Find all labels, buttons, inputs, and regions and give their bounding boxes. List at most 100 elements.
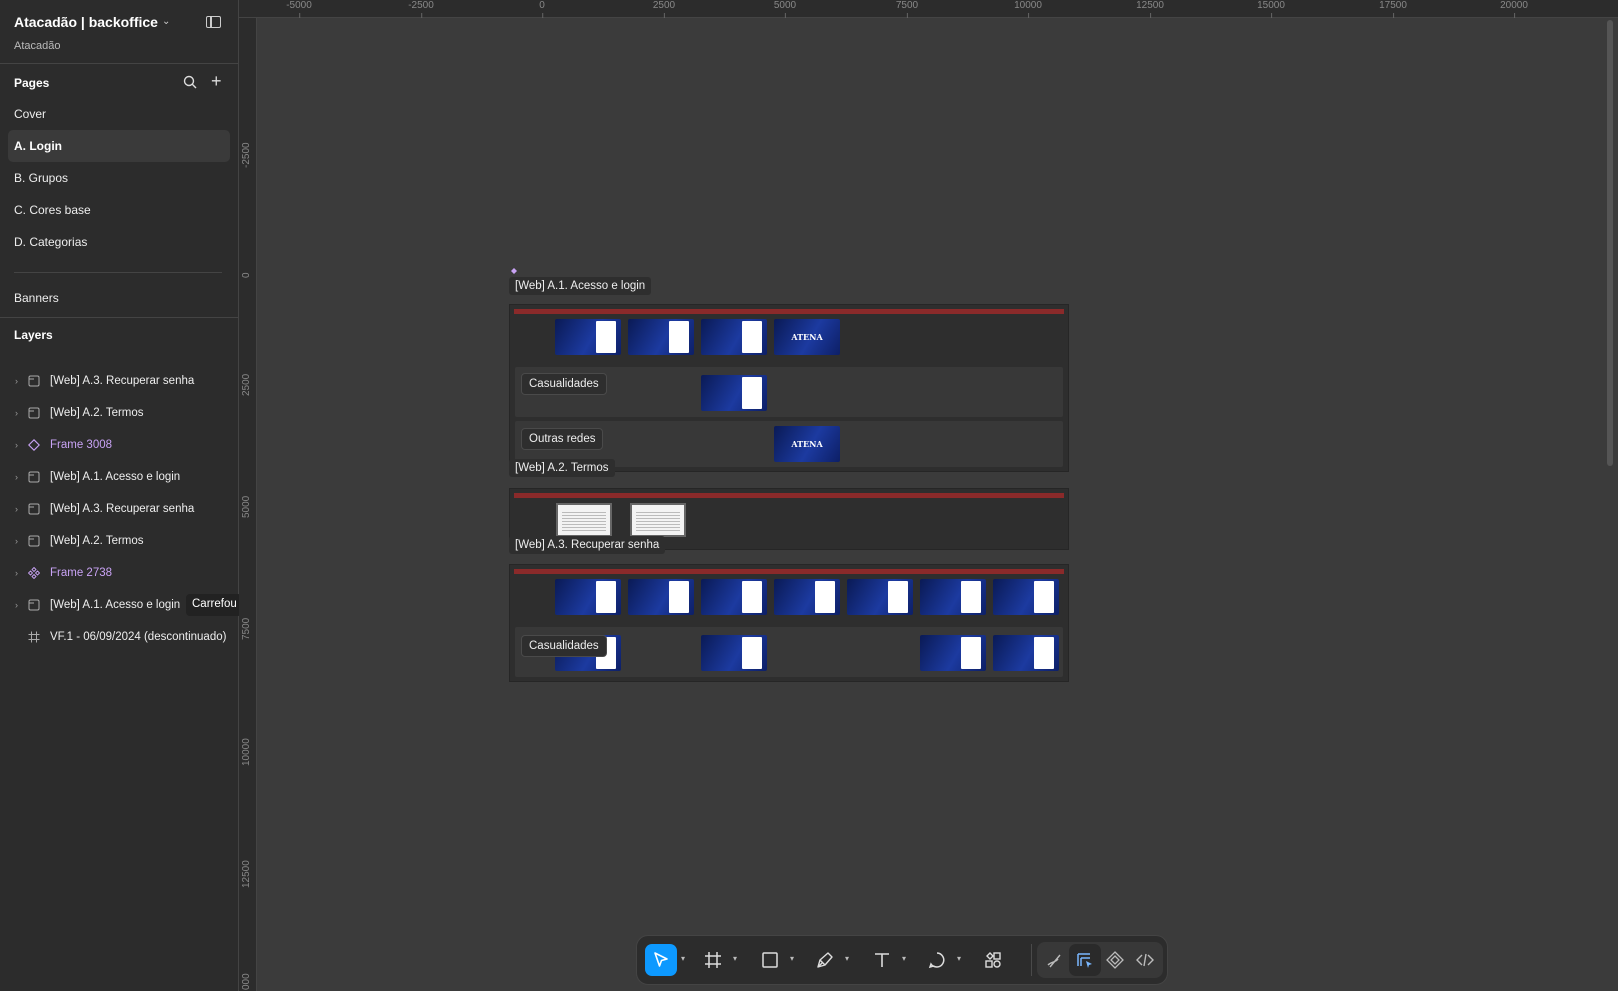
- draw-icon: [1047, 954, 1061, 968]
- section-icon: [28, 375, 40, 387]
- page-label: A. Login: [14, 139, 62, 153]
- chevron-down-icon[interactable]: ▾: [681, 954, 685, 963]
- document-thumbnail[interactable]: [630, 503, 686, 537]
- layer-row[interactable]: › [Web] A.2. Termos: [0, 398, 238, 430]
- chevron-right-icon[interactable]: ›: [15, 376, 18, 386]
- page-item-grupos[interactable]: B. Grupos: [8, 162, 230, 194]
- text-icon: [875, 953, 889, 967]
- page-item-cover[interactable]: Cover: [8, 98, 230, 130]
- chevron-right-icon[interactable]: ›: [15, 568, 18, 578]
- screen-thumbnail[interactable]: ATENA: [774, 319, 840, 355]
- subsection-label[interactable]: Casualidades: [521, 635, 607, 657]
- chevron-right-icon[interactable]: ›: [15, 408, 18, 418]
- page-item-login[interactable]: A. Login: [8, 130, 230, 162]
- layers-title: Layers: [14, 328, 53, 342]
- chevron-right-icon[interactable]: ›: [15, 536, 18, 546]
- layer-label: [Web] A.2. Termos: [50, 407, 144, 419]
- chevron-down-icon[interactable]: ▾: [902, 954, 906, 963]
- screen-thumbnail[interactable]: ATENA: [774, 426, 840, 462]
- add-page-icon[interactable]: +: [211, 72, 222, 90]
- screen-thumbnail[interactable]: [701, 579, 767, 615]
- search-icon[interactable]: [183, 75, 197, 89]
- screen-thumbnail[interactable]: [701, 319, 767, 355]
- layer-row[interactable]: VF.1 - 06/09/2024 (descontinuado): [0, 622, 238, 654]
- page-item-cores-base[interactable]: C. Cores base: [8, 194, 230, 226]
- ruler-tick: 5000: [773, 0, 797, 18]
- layer-row[interactable]: › Frame 2738: [0, 558, 238, 590]
- rectangle-icon: [762, 952, 778, 968]
- pen-tool-button[interactable]: [809, 944, 841, 976]
- chevron-right-icon[interactable]: ›: [15, 504, 18, 514]
- section-label[interactable]: [Web] A.3. Recuperar senha: [509, 536, 666, 554]
- subsection-label[interactable]: Casualidades: [521, 373, 607, 395]
- comment-tool-button[interactable]: [921, 944, 953, 976]
- page-item-categorias[interactable]: D. Categorias: [8, 226, 230, 258]
- component-set-icon: [28, 567, 40, 579]
- ruler-tick: 12500: [241, 860, 252, 888]
- pages-divider: [14, 272, 222, 273]
- actions-icon: [985, 952, 1001, 968]
- layer-row[interactable]: › [Web] A.3. Recuperar senha: [0, 494, 238, 526]
- page-item-banners[interactable]: Banners: [0, 287, 238, 309]
- mode-switcher: [1037, 942, 1163, 978]
- page-label: C. Cores base: [14, 203, 91, 217]
- chevron-down-icon[interactable]: ▾: [790, 954, 794, 963]
- sidebar-toggle-icon[interactable]: [206, 16, 221, 28]
- frame-tool-button[interactable]: [697, 944, 729, 976]
- section-icon: [28, 535, 40, 547]
- chevron-down-icon[interactable]: ▾: [957, 954, 961, 963]
- project-name[interactable]: Atacadão: [14, 40, 60, 52]
- file-title[interactable]: Atacadão | backoffice: [14, 14, 158, 30]
- screen-thumbnail[interactable]: [774, 579, 840, 615]
- draw-mode-button[interactable]: [1039, 944, 1071, 976]
- screen-thumbnail[interactable]: [701, 635, 767, 671]
- prototype-mode-button[interactable]: [1099, 944, 1131, 976]
- section-recuperar-senha[interactable]: Casualidades: [509, 564, 1069, 682]
- screen-thumbnail[interactable]: [920, 635, 986, 671]
- screen-thumbnail[interactable]: [628, 319, 694, 355]
- chevron-right-icon[interactable]: ›: [15, 440, 18, 450]
- subsection-label[interactable]: Outras redes: [521, 428, 604, 450]
- layer-tooltip: Carrefou: [186, 594, 242, 616]
- canvas-scrollbar[interactable]: [1607, 20, 1613, 466]
- layer-row[interactable]: › [Web] A.1. Acesso e login Carrefou: [0, 590, 242, 622]
- screen-thumbnail[interactable]: [847, 579, 913, 615]
- chevron-right-icon[interactable]: ›: [15, 600, 18, 610]
- section-icon: [28, 599, 40, 611]
- chevron-down-icon[interactable]: ▾: [733, 954, 737, 963]
- layer-row[interactable]: › [Web] A.2. Termos: [0, 526, 238, 558]
- screen-thumbnail[interactable]: [555, 579, 621, 615]
- chevron-right-icon[interactable]: ›: [15, 472, 18, 482]
- design-mode-button[interactable]: [1069, 944, 1101, 976]
- section-icon: [28, 471, 40, 483]
- section-label[interactable]: [Web] A.2. Termos: [509, 459, 615, 477]
- prototype-icon: [1106, 951, 1124, 969]
- chevron-down-icon[interactable]: ⌄: [162, 16, 170, 27]
- dev-mode-button[interactable]: [1129, 944, 1161, 976]
- design-icon: [1077, 953, 1092, 968]
- subsection-row[interactable]: Casualidades: [515, 367, 1063, 417]
- rectangle-tool-button[interactable]: [754, 944, 786, 976]
- move-tool-button[interactable]: [645, 944, 677, 976]
- screen-thumbnail[interactable]: [920, 579, 986, 615]
- screen-thumbnail[interactable]: [555, 319, 621, 355]
- ruler-tick: 2500: [652, 0, 676, 18]
- screen-thumbnail[interactable]: [993, 579, 1059, 615]
- layer-row[interactable]: › [Web] A.3. Recuperar senha: [0, 366, 238, 398]
- layer-row[interactable]: › Frame 3008: [0, 430, 238, 462]
- chevron-down-icon[interactable]: ▾: [845, 954, 849, 963]
- figma-app: Atacadão | backoffice ⌄ Atacadão Pages +…: [0, 0, 1618, 991]
- subsection-row[interactable]: Casualidades: [515, 627, 1063, 677]
- layer-row[interactable]: › [Web] A.1. Acesso e login: [0, 462, 238, 494]
- screen-thumbnail[interactable]: [628, 579, 694, 615]
- actions-tool-button[interactable]: [977, 944, 1009, 976]
- document-thumbnail[interactable]: [556, 503, 612, 537]
- text-tool-button[interactable]: [866, 944, 898, 976]
- ruler-tick: 12500: [1136, 0, 1164, 18]
- section-acesso-login[interactable]: ATENA Casualidades Outras redes ATENA: [509, 304, 1069, 472]
- toolbar-divider: [1031, 944, 1032, 976]
- section-label[interactable]: [Web] A.1. Acesso e login: [509, 277, 652, 295]
- screen-thumbnail[interactable]: [701, 375, 767, 411]
- screen-thumbnail[interactable]: [993, 635, 1059, 671]
- frame-icon: [28, 631, 40, 643]
